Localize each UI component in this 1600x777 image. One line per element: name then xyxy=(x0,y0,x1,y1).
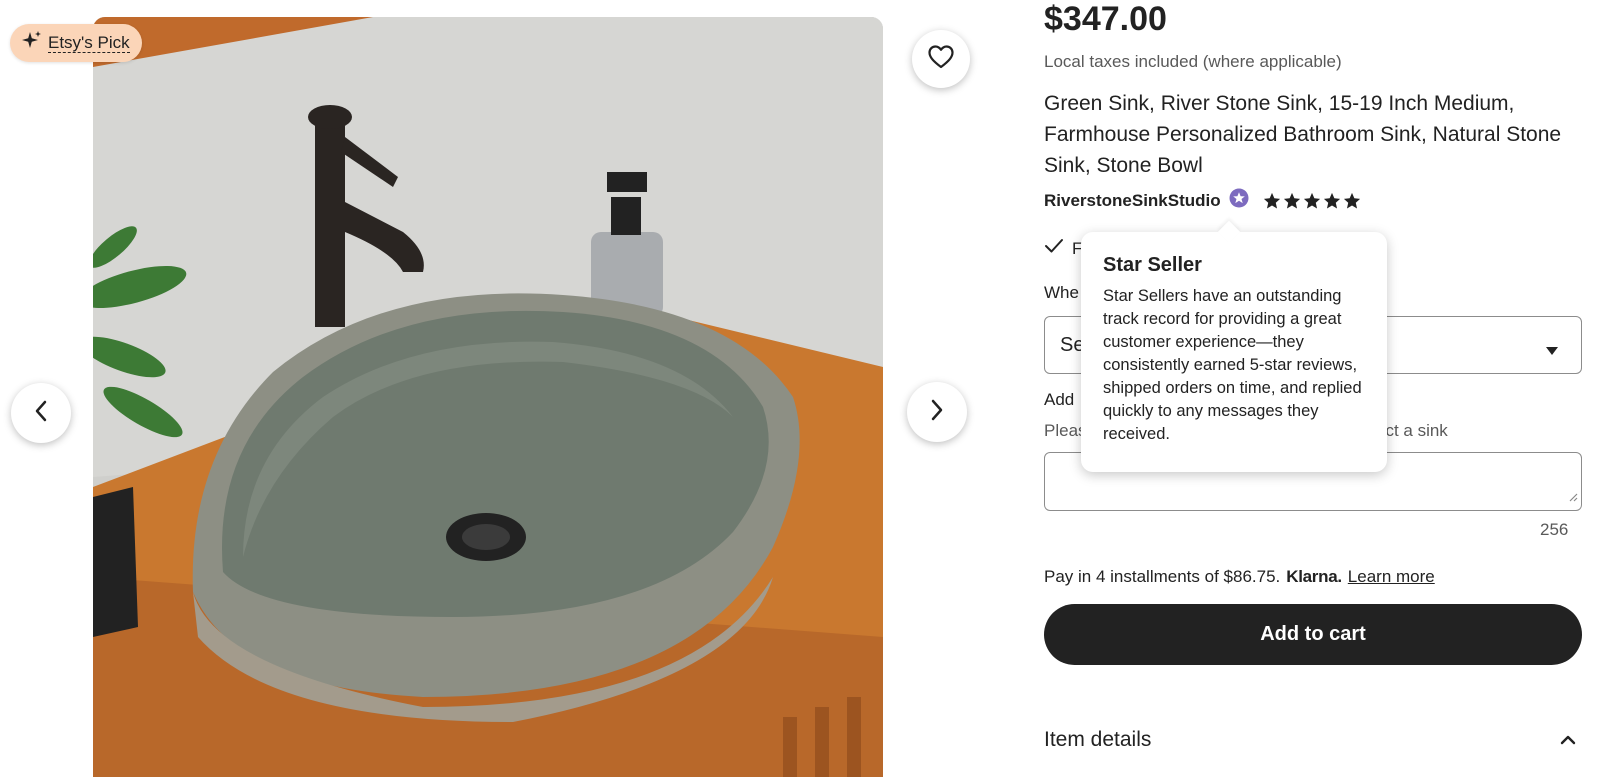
favorite-button[interactable] xyxy=(912,30,970,88)
previous-image-button[interactable] xyxy=(11,383,71,443)
chevron-left-icon xyxy=(34,400,48,427)
listing-title: Green Sink, River Stone Sink, 15-19 Inch… xyxy=(1044,92,1562,177)
installments-text: Pay in 4 installments of $86.75. xyxy=(1044,567,1281,586)
image-gallery: Etsy's Pick xyxy=(0,0,980,777)
listing-photo[interactable] xyxy=(93,17,883,777)
option-label: Whe xyxy=(1044,283,1079,302)
heart-icon xyxy=(928,44,954,74)
chevron-up-icon[interactable] xyxy=(1560,732,1576,750)
add-to-cart-button[interactable]: Add to cart xyxy=(1044,604,1582,665)
star-icon xyxy=(1343,192,1360,208)
next-image-button[interactable] xyxy=(907,382,967,442)
caret-down-icon xyxy=(1545,339,1559,362)
tooltip-title: Star Seller xyxy=(1103,254,1202,276)
tax-note: Local taxes included (where applicable) xyxy=(1044,52,1342,71)
star-seller-badge-icon[interactable] xyxy=(1229,188,1249,213)
tooltip-body: Star Sellers have an outstanding track r… xyxy=(1103,287,1362,443)
etsys-pick-label: Etsy's Pick xyxy=(48,32,130,53)
feature-row: F xyxy=(1044,238,1082,259)
star-icon xyxy=(1323,192,1340,208)
learn-more-link[interactable]: Learn more xyxy=(1348,567,1435,587)
sparkle-icon xyxy=(22,30,42,56)
personalization-label: Add xyxy=(1044,390,1075,409)
listing-price: $347.00 xyxy=(1044,0,1167,38)
tooltip-caret xyxy=(1217,220,1241,244)
klarna-logo: Klarna. xyxy=(1286,567,1342,586)
resize-handle-icon[interactable] xyxy=(1568,489,1578,507)
shop-row: RiverstoneSinkStudio xyxy=(1044,188,1361,213)
star-icon xyxy=(1283,192,1300,208)
chevron-right-icon xyxy=(930,399,944,426)
rating-stars[interactable] xyxy=(1263,192,1361,210)
klarna-installments: Pay in 4 installments of $86.75. Klarna.… xyxy=(1044,567,1435,587)
star-icon xyxy=(1303,192,1320,208)
checkmark-icon xyxy=(1044,238,1064,259)
star-seller-tooltip: Star Seller Star Sellers have an outstan… xyxy=(1081,220,1387,472)
etsys-pick-badge[interactable]: Etsy's Pick xyxy=(10,24,142,62)
shop-name-link[interactable]: RiverstoneSinkStudio xyxy=(1044,191,1221,211)
item-details-header[interactable]: Item details xyxy=(1044,728,1151,752)
star-icon xyxy=(1263,192,1280,208)
character-counter: 256 xyxy=(1540,520,1569,539)
